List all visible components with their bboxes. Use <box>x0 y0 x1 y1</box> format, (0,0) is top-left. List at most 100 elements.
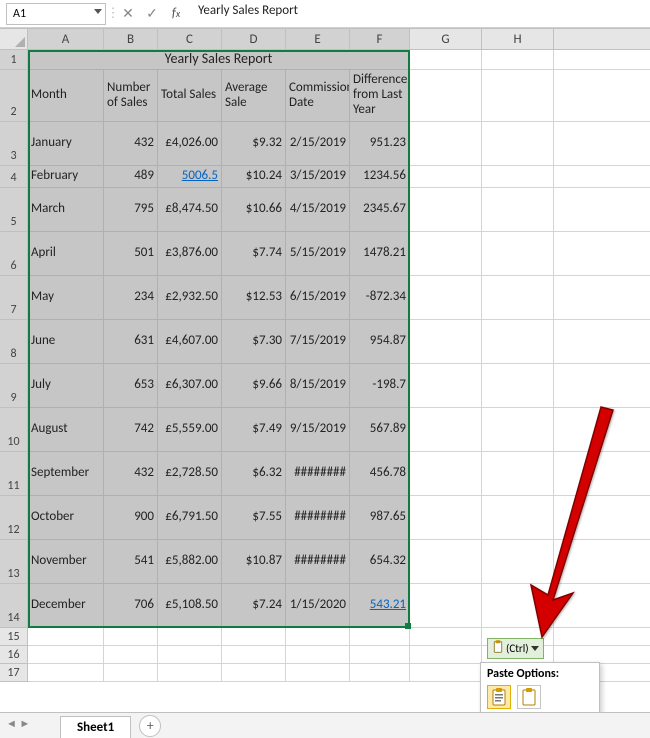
cell[interactable] <box>554 628 650 646</box>
cell-total[interactable]: £5,882.00 <box>158 540 222 584</box>
cell-diff[interactable]: 954.87 <box>350 320 410 364</box>
cell[interactable] <box>554 540 650 584</box>
cell-diff[interactable]: 654.32 <box>350 540 410 584</box>
cell[interactable] <box>28 628 104 646</box>
cell-date[interactable]: ######## <box>286 452 350 496</box>
cell-date[interactable]: 9/15/2019 <box>286 408 350 452</box>
cell[interactable] <box>222 646 286 664</box>
cell[interactable] <box>410 276 482 320</box>
col-header-D[interactable]: D <box>222 29 286 49</box>
paste-values-button[interactable] <box>517 685 541 709</box>
cell[interactable] <box>554 496 650 540</box>
cell[interactable] <box>410 364 482 408</box>
cell[interactable] <box>482 408 554 452</box>
cell-number[interactable]: 501 <box>104 232 158 276</box>
cell-month[interactable]: August <box>28 408 104 452</box>
cell-total[interactable]: £6,307.00 <box>158 364 222 408</box>
cell-avg[interactable]: $9.32 <box>222 122 286 166</box>
fx-icon[interactable]: fx <box>164 3 188 25</box>
cell-month[interactable]: November <box>28 540 104 584</box>
row-header[interactable]: 7 <box>0 276 28 320</box>
cell-avg[interactable]: $7.55 <box>222 496 286 540</box>
cell[interactable] <box>482 584 554 628</box>
cell[interactable] <box>410 408 482 452</box>
cell[interactable] <box>350 628 410 646</box>
cell-date[interactable]: 6/15/2019 <box>286 276 350 320</box>
cell[interactable] <box>104 646 158 664</box>
cell[interactable] <box>554 70 650 122</box>
cell-number[interactable]: 706 <box>104 584 158 628</box>
cell-month[interactable]: December <box>28 584 104 628</box>
cell-diff[interactable]: -198.7 <box>350 364 410 408</box>
cell[interactable] <box>104 628 158 646</box>
cell[interactable] <box>410 584 482 628</box>
cell-number[interactable]: 653 <box>104 364 158 408</box>
cell[interactable] <box>104 664 158 682</box>
cancel-icon[interactable]: ✕ <box>116 3 140 25</box>
col-header-B[interactable]: B <box>104 29 158 49</box>
select-all-corner[interactable] <box>0 29 28 49</box>
cell[interactable] <box>286 628 350 646</box>
cell[interactable] <box>482 166 554 188</box>
cell-diff[interactable]: 1478.21 <box>350 232 410 276</box>
cell-month[interactable]: January <box>28 122 104 166</box>
cell[interactable] <box>410 452 482 496</box>
cell-avg[interactable]: $9.66 <box>222 364 286 408</box>
row-header[interactable]: 11 <box>0 452 28 496</box>
header-date[interactable]: Commission Date <box>286 70 350 122</box>
cell[interactable] <box>410 540 482 584</box>
cell[interactable] <box>554 232 650 276</box>
cell-total[interactable]: £2,728.50 <box>158 452 222 496</box>
cell-total[interactable]: £4,026.00 <box>158 122 222 166</box>
worksheet-grid[interactable]: 1 Yearly Sales Report 2 Month Number of … <box>0 50 650 682</box>
cell-date[interactable]: ######## <box>286 496 350 540</box>
cell-month[interactable]: October <box>28 496 104 540</box>
col-header-F[interactable]: F <box>350 29 410 49</box>
row-header[interactable]: 6 <box>0 232 28 276</box>
cell-date[interactable]: 8/15/2019 <box>286 364 350 408</box>
col-header-G[interactable]: G <box>410 29 482 49</box>
cell-month[interactable]: February <box>28 166 104 188</box>
row-header[interactable]: 5 <box>0 188 28 232</box>
row-header[interactable]: 1 <box>0 50 28 70</box>
header-total[interactable]: Total Sales <box>158 70 222 122</box>
cell[interactable] <box>158 664 222 682</box>
row-header[interactable]: 13 <box>0 540 28 584</box>
cell-total[interactable]: £4,607.00 <box>158 320 222 364</box>
cell-number[interactable]: 742 <box>104 408 158 452</box>
cell-date[interactable]: 3/15/2019 <box>286 166 350 188</box>
cell[interactable] <box>482 364 554 408</box>
cell-diff[interactable]: 951.23 <box>350 122 410 166</box>
cell[interactable] <box>410 628 482 646</box>
cell-number[interactable]: 432 <box>104 122 158 166</box>
cell-total[interactable]: £3,876.00 <box>158 232 222 276</box>
cell[interactable] <box>554 122 650 166</box>
cell[interactable] <box>350 646 410 664</box>
cell[interactable] <box>482 232 554 276</box>
cell-month[interactable]: September <box>28 452 104 496</box>
cell-diff[interactable]: 2345.67 <box>350 188 410 232</box>
cell-date[interactable]: ######## <box>286 540 350 584</box>
row-header[interactable]: 8 <box>0 320 28 364</box>
cell-total[interactable]: £8,474.50 <box>158 188 222 232</box>
row-header[interactable]: 9 <box>0 364 28 408</box>
cell[interactable] <box>410 232 482 276</box>
cell-month[interactable]: July <box>28 364 104 408</box>
cell-total[interactable]: £5,108.50 <box>158 584 222 628</box>
header-avg[interactable]: Average Sale <box>222 70 286 122</box>
cell[interactable] <box>410 664 482 682</box>
cell-number[interactable]: 234 <box>104 276 158 320</box>
cell-month[interactable]: March <box>28 188 104 232</box>
cell[interactable] <box>482 452 554 496</box>
cell-number[interactable]: 900 <box>104 496 158 540</box>
col-header-E[interactable]: E <box>286 29 350 49</box>
cell[interactable] <box>482 540 554 584</box>
cell-date[interactable]: 7/15/2019 <box>286 320 350 364</box>
cell-avg[interactable]: $7.49 <box>222 408 286 452</box>
header-diff[interactable]: Difference from Last Year <box>350 70 410 122</box>
row-header[interactable]: 17 <box>0 664 28 682</box>
cell-total[interactable]: 5006.5 <box>158 166 222 188</box>
cell-diff[interactable]: 456.78 <box>350 452 410 496</box>
cell-total[interactable]: £5,559.00 <box>158 408 222 452</box>
cell-total[interactable]: £2,932.50 <box>158 276 222 320</box>
